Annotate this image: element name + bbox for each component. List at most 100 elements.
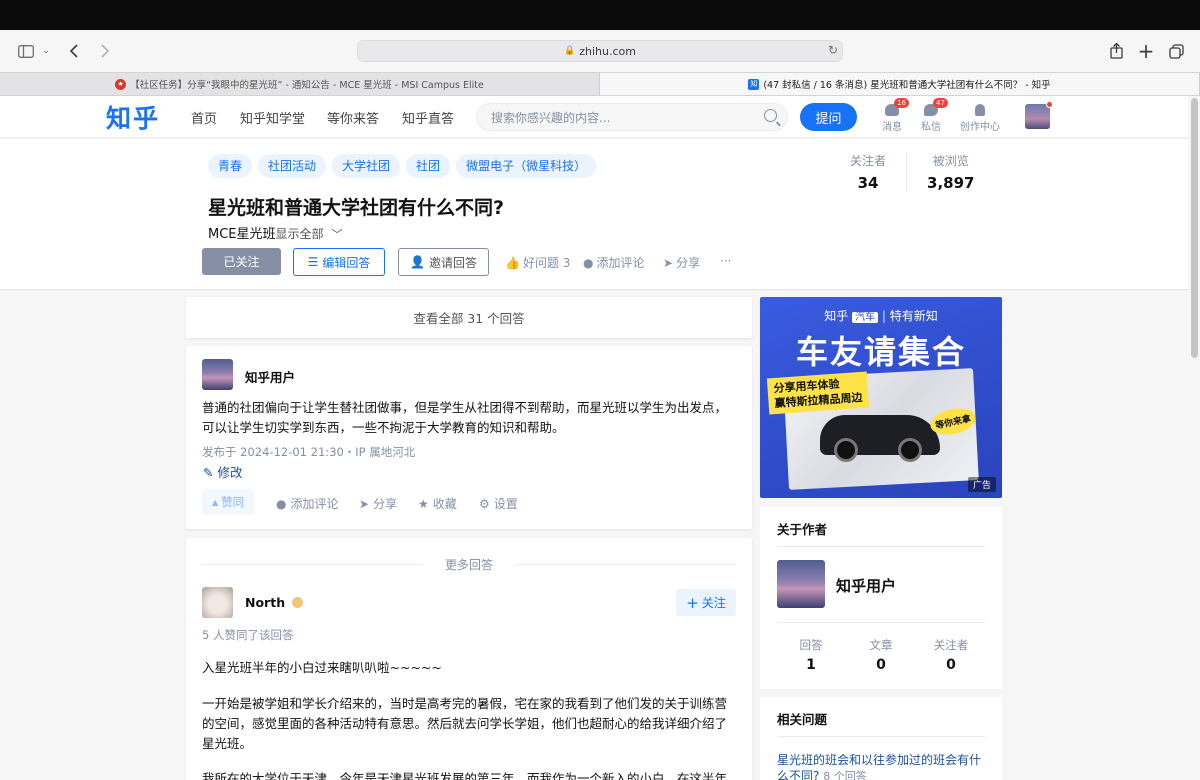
creator-icon: [975, 104, 985, 116]
topic-tag[interactable]: 微盟电子（微星科技）: [456, 154, 597, 178]
chevron-down-icon[interactable]: ⌄: [40, 30, 52, 72]
author-avatar-large[interactable]: [777, 560, 825, 608]
author-stat-followers[interactable]: 关注者 0: [921, 637, 981, 673]
search-placeholder: 搜索你感兴趣的内容...: [491, 110, 611, 125]
author-name[interactable]: 知乎用户: [245, 367, 295, 386]
ad-banner[interactable]: 知乎 汽车 | 特有新知 车友请集合 分享用车体验 赢特斯拉精品周边 等你来拿 …: [760, 297, 1002, 498]
zhihu-favicon-icon: 知: [748, 78, 760, 90]
share-button[interactable]: ➤ 分享: [359, 495, 397, 512]
dm-label: 私信: [921, 122, 941, 133]
tab-overview-icon[interactable]: [1168, 30, 1184, 72]
sidebar-icon[interactable]: [16, 30, 36, 72]
invite-user-icon: 👤: [410, 255, 425, 269]
divider: [777, 546, 985, 547]
nav-zhixuetang[interactable]: 知乎知学堂: [240, 108, 305, 127]
tab-msi-campus[interactable]: ★ 【社区任务】分享“我眼中的星光班” - 通知公告 - MCE 星光班 - M…: [0, 73, 600, 95]
divider: [777, 736, 985, 737]
star-favicon-icon: ★: [115, 78, 127, 90]
chevron-down-icon[interactable]: ﹀: [332, 228, 343, 241]
add-comment-button[interactable]: ● 添加评论: [276, 495, 339, 512]
topic-tag[interactable]: 青春: [208, 154, 253, 178]
my-answer-card: 知乎用户 普通的社团偏向于让学生替社团做事，但是学生从社团得不到帮助，而星光班以…: [186, 346, 752, 529]
ask-button[interactable]: 提问: [800, 103, 857, 131]
question-detail-text: MCE星光班: [208, 227, 276, 242]
author-stat-answers[interactable]: 回答 1: [781, 637, 841, 673]
nav-waiting-answers[interactable]: 等你来答: [327, 108, 379, 127]
related-title: 相关问题: [777, 712, 828, 727]
vote-button[interactable]: ▲ 赞同: [202, 489, 255, 515]
add-comment-label: 添加评论: [596, 256, 645, 270]
ad-label: 广告: [967, 477, 996, 492]
stat-label: 被浏览: [932, 154, 969, 168]
tab-label: (47 封私信 / 16 条消息) 星光班和普通大学社团有什么不同？ - 知乎: [763, 80, 1051, 91]
add-comment-button[interactable]: ● 添加评论: [583, 254, 645, 271]
browser-toolbar: ⌄ 🔒 zhihu.com ↻ +: [0, 30, 1200, 72]
messages-label: 消息: [882, 122, 902, 133]
share-button[interactable]: ➤ 分享: [663, 254, 700, 271]
nav-home[interactable]: 首页: [191, 108, 217, 127]
messages-button[interactable]: 16 消息: [880, 98, 909, 133]
good-question-button[interactable]: 👍 好问题 3: [505, 254, 570, 271]
edit-answer-label: 编辑回答: [322, 255, 371, 270]
stat-label: 回答: [799, 638, 823, 652]
dm-badge: 47: [933, 98, 948, 108]
edit-list-icon: ☰: [307, 255, 319, 269]
author-name-large[interactable]: 知乎用户: [836, 575, 896, 596]
answer-text-line: 普通的社团偏向于让学生替社团做事，但是学生从社团得不到帮助，而星光班以学生为出发…: [202, 400, 728, 415]
share-label: 分享: [676, 256, 701, 270]
up-triangle-icon: ▲: [212, 497, 219, 507]
topic-tag[interactable]: 社团: [406, 154, 451, 178]
show-all-link[interactable]: 显示全部: [276, 227, 324, 241]
author-avatar[interactable]: [202, 587, 233, 618]
follow-author-button[interactable]: + 关注: [676, 589, 736, 616]
bell-icon: 16: [885, 98, 909, 116]
tab-zhihu[interactable]: 知 (47 封私信 / 16 条消息) 星光班和普通大学社团有什么不同？ - 知…: [600, 73, 1200, 95]
topic-tag[interactable]: 大学社团: [332, 154, 401, 178]
search-input[interactable]: 搜索你感兴趣的内容...: [476, 103, 788, 131]
page-scrollbar[interactable]: [1191, 98, 1198, 358]
edit-answer-button[interactable]: ☰ 编辑回答: [293, 248, 385, 276]
plus-icon: +: [686, 593, 699, 612]
tab-label: 【社区任务】分享“我眼中的星光班” - 通知公告 - MCE 星光班 - MSI…: [130, 80, 484, 91]
settings-button[interactable]: ⚙ 设置: [479, 495, 518, 512]
creator-center-button[interactable]: 创作中心: [958, 104, 1002, 133]
comment-icon: ●: [583, 255, 594, 270]
question-header: 青春 社团活动 大学社团 社团 微盟电子（微星科技） 星光班和普通大学社团有什么…: [0, 139, 1188, 290]
forward-icon[interactable]: [96, 30, 112, 72]
good-question-label: 好问题 3: [522, 256, 571, 270]
car-image: [820, 415, 940, 462]
new-tab-icon[interactable]: +: [1138, 30, 1155, 72]
topic-tag[interactable]: 社团活动: [258, 154, 327, 178]
lock-icon: 🔒: [564, 46, 576, 56]
nav-zhida[interactable]: 知乎直答: [402, 108, 454, 127]
more-options-icon[interactable]: ···: [720, 254, 731, 268]
collect-button[interactable]: ★ 收藏: [418, 495, 457, 512]
address-bar[interactable]: 🔒 zhihu.com ↻: [357, 40, 843, 62]
answer-text-line: 我所在的大学位于天津，今年是天津星光班发展的第三年，而我作为一个新入的小白，在这…: [202, 771, 728, 780]
related-question-link[interactable]: 星光班的班会和以往参加过的班会有什么不同? 8 个回答: [777, 752, 987, 780]
share-icon[interactable]: [1108, 30, 1124, 72]
view-all-answers[interactable]: 查看全部 31 个回答: [186, 297, 752, 338]
back-icon[interactable]: [66, 30, 82, 72]
messages-badge: 16: [894, 98, 909, 108]
user-avatar[interactable]: [1025, 101, 1053, 129]
search-icon[interactable]: [764, 109, 777, 122]
invite-label: 邀请回答: [428, 255, 477, 270]
followed-button[interactable]: 已关注: [202, 248, 281, 275]
url-text: zhihu.com: [579, 44, 636, 58]
action-label: 分享: [373, 497, 398, 511]
edit-answer-link[interactable]: ✎ 修改: [203, 462, 242, 481]
follow-label: 关注: [701, 596, 726, 610]
zhihu-logo[interactable]: 知乎: [106, 99, 160, 135]
answer-meta: 发布于 2024-12-01 21:30・IP 属地河北: [202, 445, 416, 459]
invite-button[interactable]: 👤 邀请回答: [398, 248, 489, 276]
notification-dot: [1046, 101, 1053, 108]
author-stat-articles[interactable]: 文章 0: [851, 637, 911, 673]
reload-icon[interactable]: ↻: [828, 43, 838, 57]
author-avatar[interactable]: [202, 359, 233, 390]
dm-button[interactable]: 47 私信: [919, 98, 948, 133]
author-name[interactable]: North: [245, 595, 304, 610]
gear-icon: ⚙: [479, 496, 490, 511]
stat-label: 关注者: [850, 154, 887, 168]
creator-label: 创作中心: [960, 122, 1000, 133]
